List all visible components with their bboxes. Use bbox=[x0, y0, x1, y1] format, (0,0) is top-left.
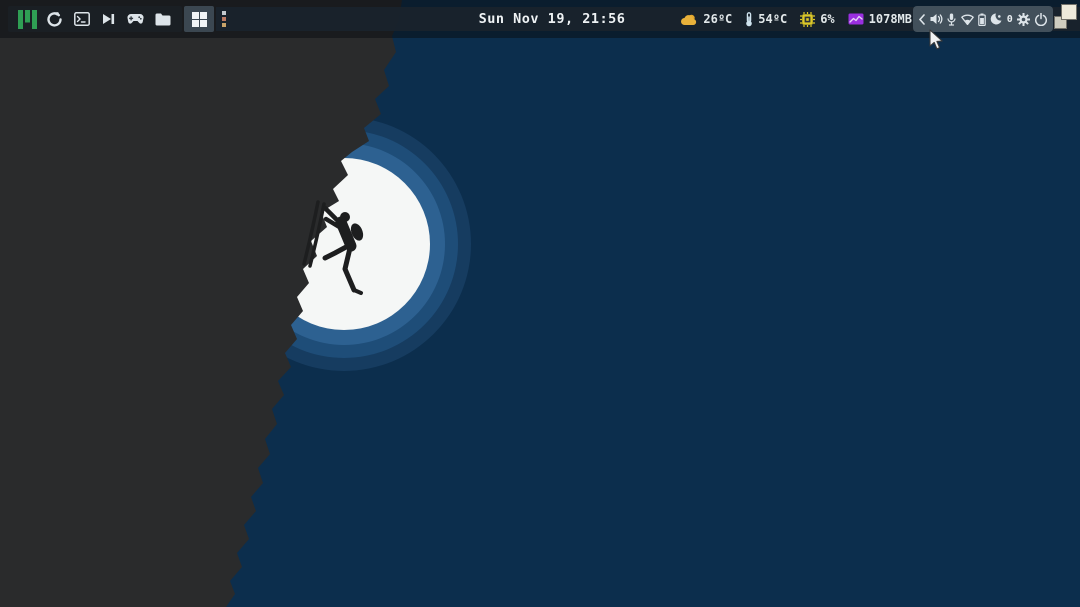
panel-strip: Sun Nov 19, 21:56 26ºC 54ºC 6% 1078MB 0 bbox=[216, 4, 1080, 32]
night-light-tray-button[interactable] bbox=[990, 13, 1002, 25]
battery-tray-button[interactable] bbox=[978, 13, 986, 26]
file-manager-button[interactable] bbox=[149, 6, 176, 32]
memory-value: 1078MB bbox=[868, 12, 912, 26]
system-tray: 0 bbox=[913, 6, 1053, 32]
battery-icon bbox=[978, 13, 986, 26]
tray-counter[interactable]: 0 bbox=[1007, 14, 1013, 25]
climber-silhouette bbox=[302, 200, 364, 295]
ram-chart-icon bbox=[848, 13, 864, 25]
folder-icon bbox=[155, 13, 170, 25]
top-panel: Sun Nov 19, 21:56 26ºC 54ºC 6% 1078MB 0 bbox=[0, 0, 1080, 38]
system-stats: 26ºC 54ºC 6% 1078MB bbox=[680, 7, 912, 31]
terminal-button[interactable] bbox=[68, 6, 95, 32]
microphone-icon bbox=[947, 13, 956, 26]
panel-menu-button[interactable] bbox=[222, 11, 226, 27]
settings-tray-button[interactable] bbox=[1017, 12, 1031, 26]
memory-stat: 1078MB bbox=[848, 12, 912, 26]
launcher-bar bbox=[8, 6, 182, 32]
chip-icon bbox=[800, 11, 816, 27]
wifi-icon bbox=[960, 14, 974, 25]
terminal-icon bbox=[73, 12, 90, 26]
cpu-value: 6% bbox=[820, 12, 835, 26]
ellipsis-dot bbox=[222, 23, 226, 27]
show-desktop-button[interactable] bbox=[1053, 4, 1079, 30]
volume-tray-button[interactable] bbox=[930, 13, 943, 25]
cloud-icon bbox=[681, 14, 697, 25]
weather-stat: 26ºC bbox=[680, 12, 732, 26]
media-player-button[interactable] bbox=[95, 6, 122, 32]
temperature-stat: 54ºC bbox=[745, 11, 788, 27]
updates-button[interactable] bbox=[41, 6, 68, 32]
gear-icon bbox=[1017, 12, 1031, 26]
manjaro-logo-icon bbox=[18, 9, 37, 29]
media-player-icon bbox=[103, 14, 115, 24]
counter-value: 0 bbox=[1006, 13, 1013, 25]
tray-collapse-button[interactable] bbox=[919, 13, 926, 25]
workspace-indicator[interactable] bbox=[184, 6, 214, 32]
crescent-moon-icon bbox=[991, 13, 1002, 25]
ellipsis-dot bbox=[222, 11, 226, 15]
desktop-wallpaper bbox=[0, 0, 1080, 607]
power-icon bbox=[1034, 12, 1047, 26]
games-button[interactable] bbox=[122, 6, 149, 32]
gamepad-icon bbox=[127, 13, 144, 24]
power-tray-button[interactable] bbox=[1034, 12, 1047, 26]
wifi-tray-button[interactable] bbox=[960, 14, 974, 25]
window-grid-icon bbox=[191, 11, 207, 27]
chevron-left-icon bbox=[919, 13, 926, 25]
ellipsis-dot bbox=[222, 17, 226, 21]
speaker-icon bbox=[930, 14, 943, 24]
temperature-value: 54ºC bbox=[758, 12, 788, 26]
manjaro-menu-button[interactable] bbox=[14, 6, 41, 32]
weather-value: 26ºC bbox=[703, 12, 733, 26]
microphone-tray-button[interactable] bbox=[947, 13, 956, 26]
window-front-icon bbox=[1061, 4, 1077, 20]
clock[interactable]: Sun Nov 19, 21:56 bbox=[479, 7, 626, 31]
updates-icon bbox=[47, 11, 62, 27]
thermometer-icon bbox=[746, 11, 753, 26]
cpu-stat: 6% bbox=[800, 11, 835, 27]
